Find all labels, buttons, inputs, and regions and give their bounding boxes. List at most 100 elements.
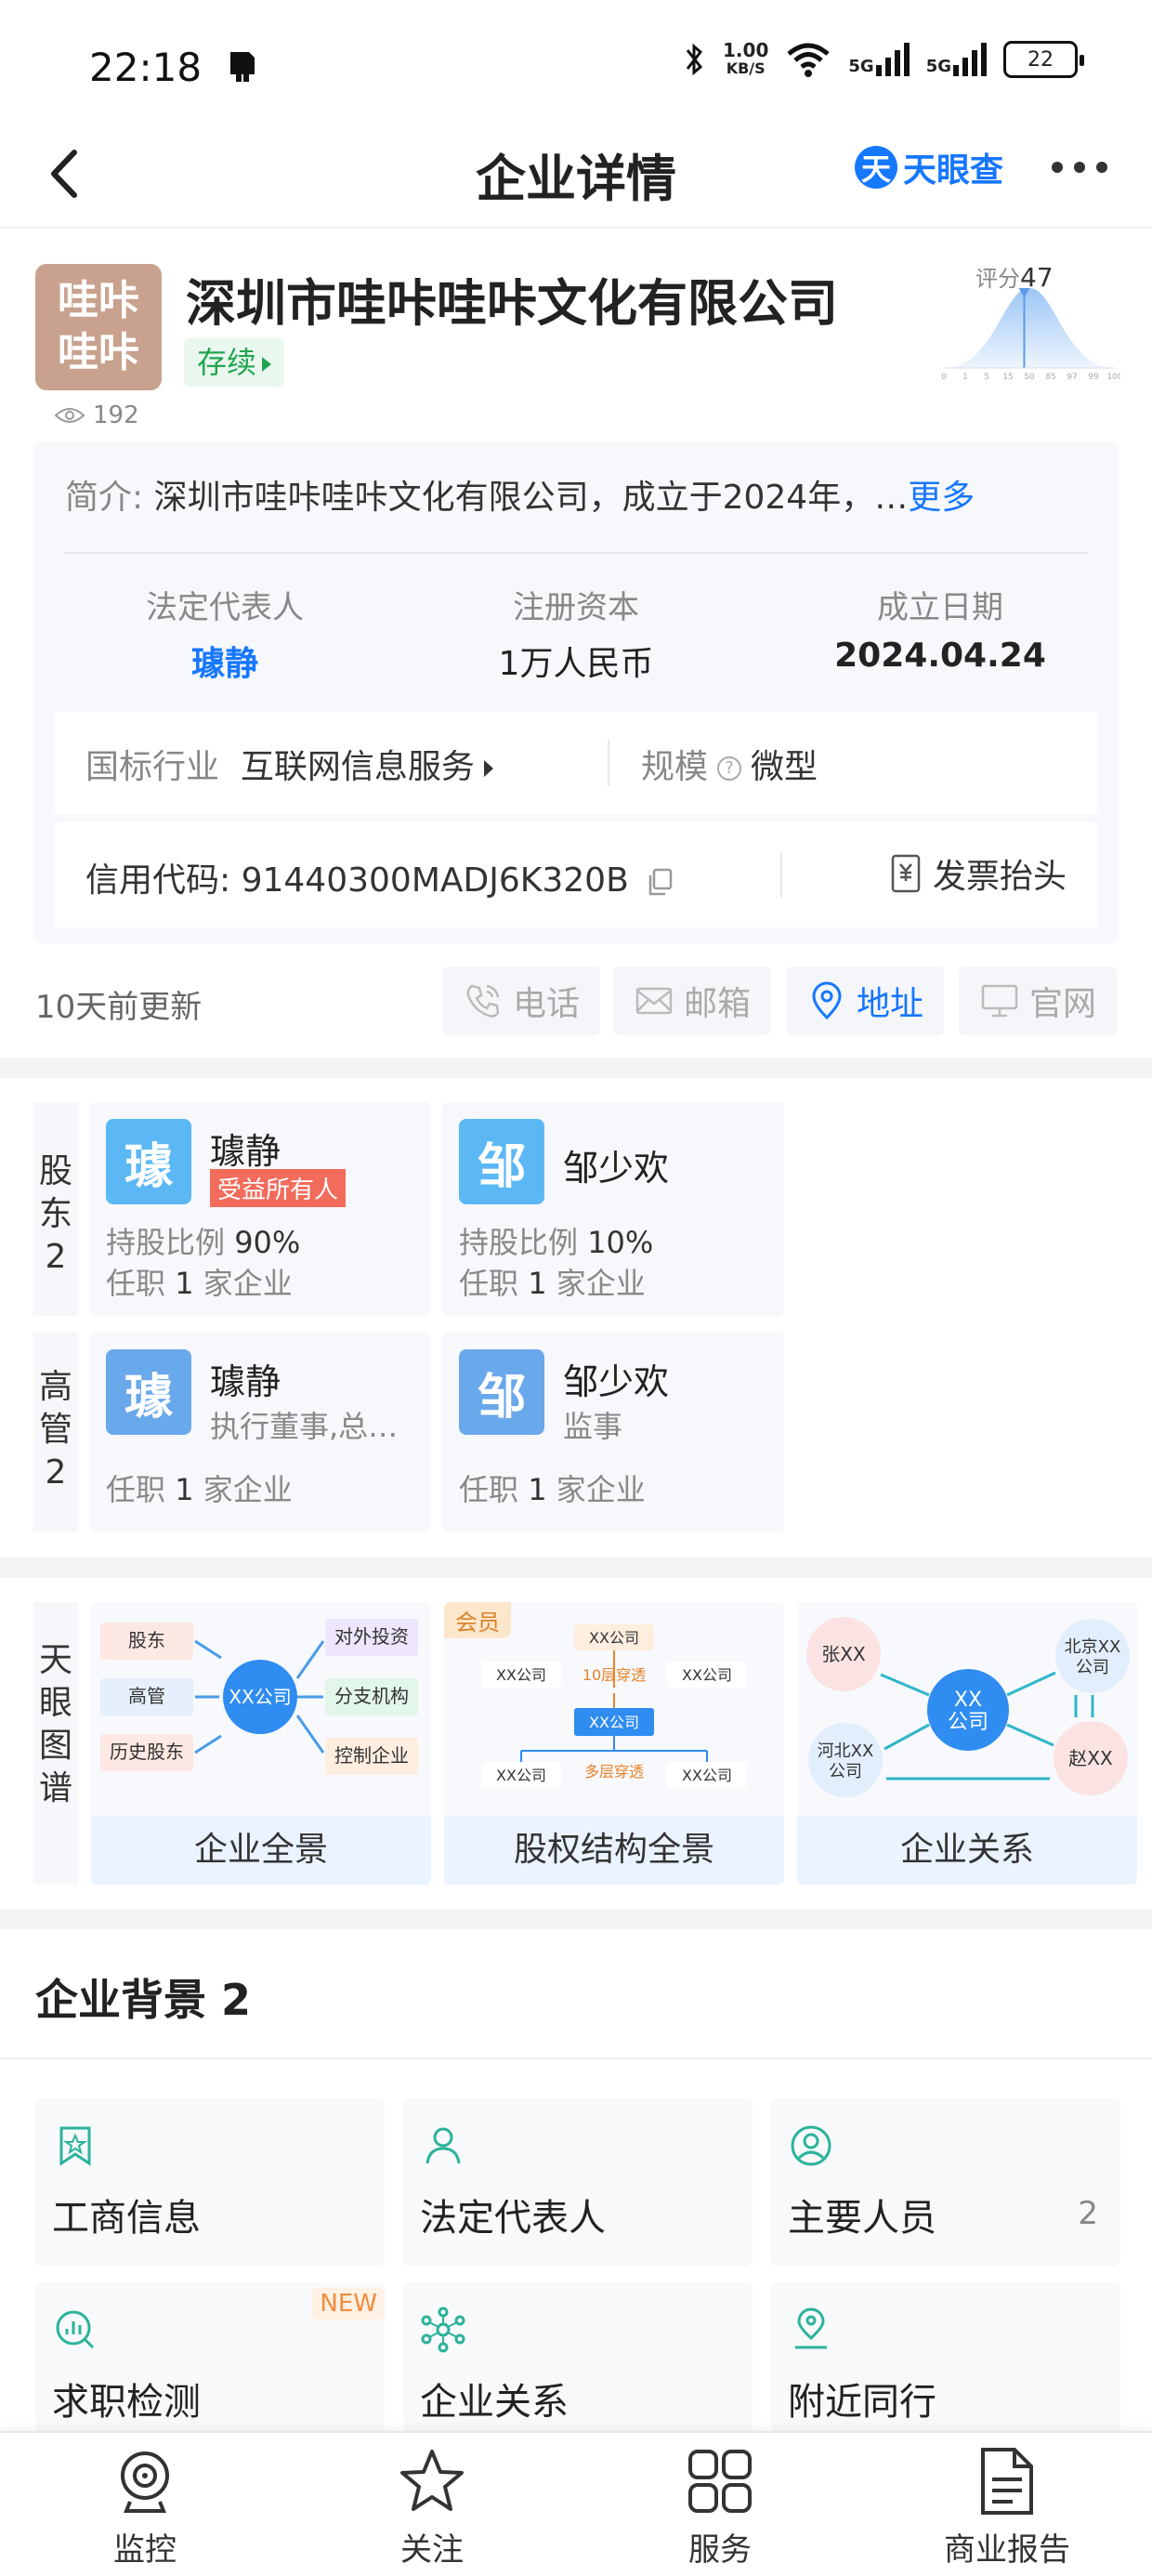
- tile-nearby-peers[interactable]: 附近同行: [771, 2282, 1120, 2450]
- website-button[interactable]: 官网: [959, 966, 1117, 1035]
- tab-monitor[interactable]: 监控: [52, 2446, 238, 2569]
- graph-card-equity[interactable]: XX公司 XX公司 XX公司 10层穿透 XX公司 多层穿透 XX公司 XX公司…: [444, 1602, 784, 1885]
- node-label: XX公司: [682, 1666, 732, 1684]
- tile-business-info[interactable]: 工商信息: [35, 2098, 385, 2266]
- tab-follow[interactable]: 关注: [339, 2446, 525, 2569]
- copy-icon[interactable]: [645, 866, 676, 898]
- battery-icon: 22: [1003, 41, 1084, 78]
- node-label: XX公司: [589, 1629, 639, 1647]
- tile-legal-rep[interactable]: 法定代表人: [403, 2098, 753, 2266]
- tile-enterprise-relations[interactable]: 企业关系: [403, 2282, 753, 2450]
- layer-label: 多层穿透: [584, 1763, 644, 1781]
- location-icon: [812, 981, 842, 1020]
- signal-5g-2: 5G: [926, 43, 987, 76]
- help-icon[interactable]: ?: [717, 756, 742, 781]
- center-node-label: XX公司: [229, 1686, 291, 1708]
- node-label: 对外投资: [334, 1625, 409, 1648]
- graph-caption: 企业全景: [91, 1816, 431, 1885]
- intro-row[interactable]: 简介: 深圳市哇咔哇咔文化有限公司，成立于2024年，…更多: [65, 470, 975, 519]
- legal-rep[interactable]: 法定代表人 璩静: [85, 582, 364, 685]
- address-button[interactable]: 地址: [786, 966, 944, 1035]
- founded-date: 成立日期 2024.04.24: [834, 589, 1046, 675]
- divider: [0, 2057, 1152, 2059]
- posts-count: 任职 1 家企业: [459, 1472, 646, 1507]
- center-node-label: 公司: [948, 1711, 988, 1734]
- signal-5g-1: 5G: [848, 43, 910, 76]
- node-label: XX公司: [496, 1767, 546, 1784]
- shareholder-card[interactable]: 邹 邹少欢 持股比例 10% 任职 1 家企业: [442, 1102, 784, 1316]
- nav-bar: 企业详情 天 天眼查: [0, 121, 1152, 229]
- tianyancha-logo-icon: 天: [855, 146, 897, 189]
- net-speed: 1.00 KB/S: [723, 39, 769, 77]
- score-tick-label: 5: [984, 373, 989, 382]
- score-tick-label: 50: [1024, 373, 1035, 382]
- invoice-button[interactable]: 发票抬头: [890, 849, 1067, 898]
- graph-caption: 股权结构全景: [444, 1816, 784, 1885]
- person-name: 璩静: [210, 1361, 281, 1402]
- share-ratio: 持股比例 90%: [106, 1225, 301, 1260]
- section-separator: [0, 1058, 1152, 1078]
- status-badge[interactable]: 存续: [184, 338, 285, 387]
- node-label: 股东: [128, 1629, 165, 1651]
- overview-diagram: 股东 高管 历史股东 对外投资 分支机构 控制企业 XX公司: [100, 1619, 418, 1775]
- triangle-right-icon: [483, 760, 493, 777]
- brand-name: 天眼查: [903, 151, 1004, 190]
- node-label: 控制企业: [334, 1744, 409, 1767]
- executive-card[interactable]: 邹 邹少欢 监事 任职 1 家企业: [442, 1333, 784, 1531]
- sim-card-icon: [230, 52, 255, 82]
- graph-card-overview[interactable]: 股东 高管 历史股东 对外投资 分支机构 控制企业 XX公司 企业全景: [91, 1602, 431, 1885]
- graph-caption: 企业关系: [797, 1816, 1137, 1885]
- invoice-icon: [891, 854, 921, 893]
- tab-business-report[interactable]: 商业报告: [914, 2446, 1100, 2569]
- executive-card[interactable]: 璩 璩静 执行董事,总… 任职 1 家企业: [89, 1333, 431, 1531]
- tile-job-check[interactable]: 求职检测 NEW: [35, 2282, 385, 2450]
- avatar: 邹: [459, 1119, 544, 1204]
- divider: [780, 851, 782, 898]
- bookmark-star-icon: [59, 2126, 91, 2166]
- score-tick-label: 0: [941, 373, 947, 382]
- email-button[interactable]: 邮箱: [613, 966, 771, 1035]
- graph-card-relations[interactable]: 张XX 北京XX 公司 河北XX 公司 赵XX XX 公司 企业关系: [797, 1602, 1137, 1885]
- person-location-icon: [795, 2307, 827, 2349]
- score-tick-label: 97: [1067, 373, 1077, 382]
- score-tick-label: 100: [1106, 373, 1120, 382]
- wifi-icon: [787, 43, 831, 77]
- bottom-tab-bar: 监控 关注 服务 商业报告: [0, 2431, 1152, 2576]
- tile-key-personnel[interactable]: 主要人员 2: [771, 2098, 1120, 2266]
- intro-more-link[interactable]: 更多: [908, 479, 975, 517]
- shareholder-card[interactable]: 璩 璩静 受益所有人 持股比例 90% 任职 1 家企业: [89, 1102, 431, 1316]
- avatar: 璩: [106, 1349, 191, 1435]
- document-icon: [981, 2448, 1033, 2515]
- industry-row: 国标行业 互联网信息服务 规模? 微型: [54, 712, 1098, 814]
- camera-icon: [121, 2451, 169, 2513]
- industry[interactable]: 国标行业 互联网信息服务: [85, 740, 493, 788]
- tab-services[interactable]: 服务: [627, 2446, 813, 2569]
- brand-logo: 天 天眼查: [855, 143, 1003, 191]
- node-label: XX公司: [496, 1666, 546, 1684]
- status-bar: 22:18 1.00 KB/S 5G 5G 22: [0, 0, 1152, 121]
- more-options-icon[interactable]: [1052, 162, 1107, 173]
- mail-icon: [635, 987, 673, 1015]
- signal-bars-icon: [875, 43, 910, 76]
- credit-code[interactable]: 信用代码: 91440300MADJ6K320B: [85, 853, 676, 901]
- person-role: 执行董事,总…: [210, 1409, 399, 1444]
- registered-capital: 注册资本 1万人民币: [498, 589, 654, 683]
- score-widget[interactable]: 评分47 0 1 5 15 50 85 97 99 100: [938, 260, 1120, 383]
- basic-info-card: 简介: 深圳市哇咔哇咔文化有限公司，成立于2024年，…更多 法定代表人 璩静 …: [33, 442, 1119, 944]
- section-title: 企业背景 2: [35, 1975, 252, 2025]
- credit-row: 信用代码: 91440300MADJ6K320B 发票抬头: [54, 821, 1098, 927]
- new-badge: NEW: [312, 2288, 385, 2320]
- executives-side-label[interactable]: 高管 2: [33, 1333, 78, 1531]
- grid-icon: [688, 2450, 752, 2513]
- share-ratio: 持股比例 10%: [459, 1225, 654, 1260]
- divider: [65, 552, 1087, 554]
- divider: [608, 740, 609, 786]
- person-role: 监事: [563, 1409, 623, 1444]
- node-label: 张XX: [821, 1643, 866, 1665]
- phone-button[interactable]: 电话: [442, 966, 600, 1035]
- shareholders-side-label[interactable]: 股东 2: [33, 1102, 78, 1316]
- search-chart-icon: [56, 2310, 95, 2349]
- vip-badge: 会员: [444, 1602, 511, 1638]
- scale[interactable]: 规模? 微型: [641, 740, 818, 788]
- score-tick-label: 15: [1002, 373, 1013, 382]
